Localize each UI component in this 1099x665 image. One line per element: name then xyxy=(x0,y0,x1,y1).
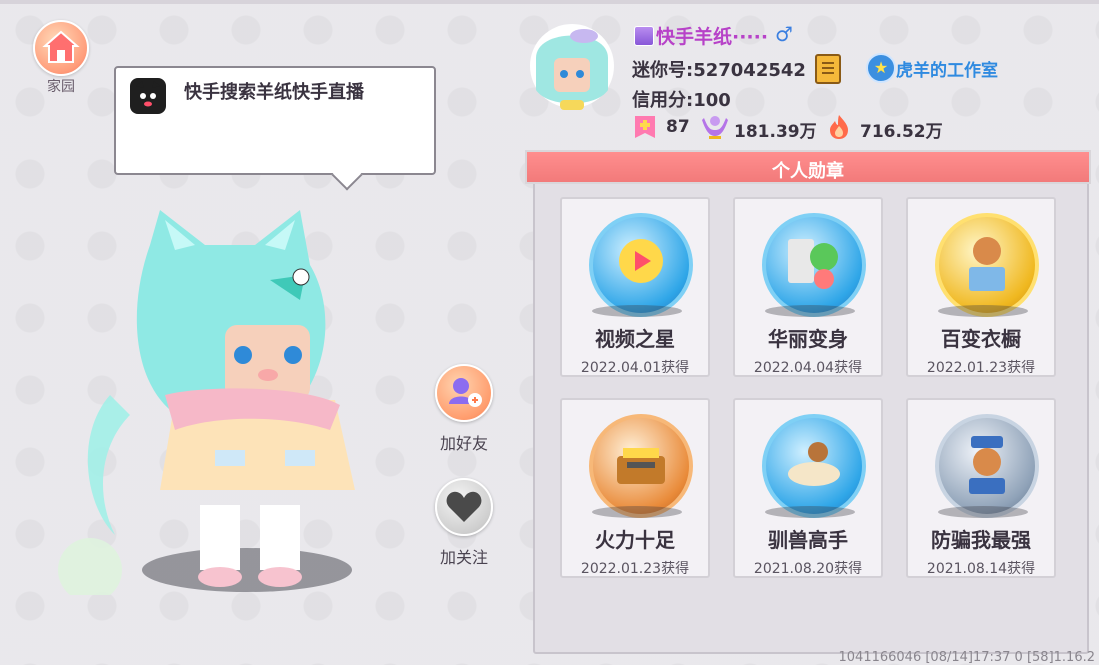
studio-star-icon: ★ xyxy=(866,53,896,83)
badge-name: 华丽变身 xyxy=(768,327,848,351)
add-friend-button[interactable]: 加好友 xyxy=(424,364,504,454)
add-friend-label: 加好友 xyxy=(439,434,488,453)
badge-date: 2022.04.04获得 xyxy=(753,360,863,376)
top-border xyxy=(0,0,1099,4)
badge-name: 火力十足 xyxy=(595,528,675,552)
transform-medal-icon xyxy=(762,213,866,317)
flame-icon xyxy=(826,114,852,140)
add-friend-icon xyxy=(435,364,493,422)
stat-heat-value: 716.52万 xyxy=(860,122,943,142)
follow-button[interactable]: 加关注 xyxy=(424,478,504,568)
badge-card[interactable]: 驯兽高手 2021.08.20获得 xyxy=(733,398,883,578)
player-character xyxy=(55,205,355,602)
copy-icon[interactable] xyxy=(815,54,841,84)
medal-shadow xyxy=(938,506,1028,518)
male-gender-icon: ♂ xyxy=(775,22,793,46)
profile-avatar[interactable] xyxy=(526,18,618,116)
badge-date: 2022.04.01获得 xyxy=(580,360,690,376)
badge-name: 防骗我最强 xyxy=(931,528,1031,552)
badge-date: 2022.01.23获得 xyxy=(580,561,690,577)
stat-popularity: 181.39万 xyxy=(700,114,820,142)
tamer-medal-icon xyxy=(762,414,866,518)
badge-name: 视频之星 xyxy=(595,327,675,351)
speech-bubble: 快手搜索羊纸快手直播 xyxy=(114,66,436,175)
follow-label: 加关注 xyxy=(439,548,488,567)
badge-date: 2021.08.20获得 xyxy=(753,561,863,577)
stat-popularity-value: 181.39万 xyxy=(734,122,817,142)
badge-card[interactable]: 视频之星 2022.04.01获得 xyxy=(560,197,710,377)
home-label: 家园 xyxy=(47,79,75,95)
badge-name: 百变衣橱 xyxy=(941,327,1021,351)
plus-level-icon xyxy=(632,114,658,140)
firepower-medal-icon xyxy=(589,414,693,518)
credit-score: 信用分:100 xyxy=(632,90,731,111)
medal-shadow xyxy=(938,305,1028,317)
bubble-text: 快手搜索羊纸快手直播 xyxy=(184,82,364,103)
black-cat-icon xyxy=(130,78,166,114)
badge-card[interactable]: 火力十足 2022.01.23获得 xyxy=(560,398,710,578)
trophy-person-icon xyxy=(700,114,728,140)
badge-panel-title: 个人勋章 xyxy=(772,161,844,182)
medal-shadow xyxy=(592,506,682,518)
medal-shadow xyxy=(765,506,855,518)
badge-name: 驯兽高手 xyxy=(768,528,848,552)
badge-panel-header: 个人勋章 xyxy=(525,150,1091,184)
wardrobe-medal-icon xyxy=(935,213,1039,317)
mini-id: 迷你号:527042542 xyxy=(632,60,806,81)
home-icon xyxy=(33,20,89,76)
medal-shadow xyxy=(592,305,682,317)
badge-card[interactable]: 华丽变身 2022.04.04获得 xyxy=(733,197,883,377)
badge-card[interactable]: 防骗我最强 2021.08.14获得 xyxy=(906,398,1056,578)
badge-date: 2021.08.14获得 xyxy=(926,561,1036,577)
heart-icon xyxy=(435,478,493,536)
badge-date: 2022.01.23获得 xyxy=(926,360,1036,376)
video-star-medal-icon xyxy=(589,213,693,317)
vip-tag-icon xyxy=(634,26,654,46)
medal-shadow xyxy=(765,305,855,317)
home-button[interactable]: 家园 xyxy=(33,20,89,96)
stat-level-value: 87 xyxy=(666,117,690,137)
anti-fraud-medal-icon xyxy=(935,414,1039,518)
badge-card[interactable]: 百变衣橱 2022.01.23获得 xyxy=(906,197,1056,377)
nickname: 快手羊纸····· xyxy=(656,26,769,48)
stat-heat: 716.52万 xyxy=(826,114,946,142)
stat-level: 87 xyxy=(632,114,692,140)
version-footer: 1041166046 [08/14]17:37 0 [58]1.16.2 xyxy=(838,650,1095,665)
studio-link[interactable]: 虎羊的工作室 xyxy=(896,56,998,81)
